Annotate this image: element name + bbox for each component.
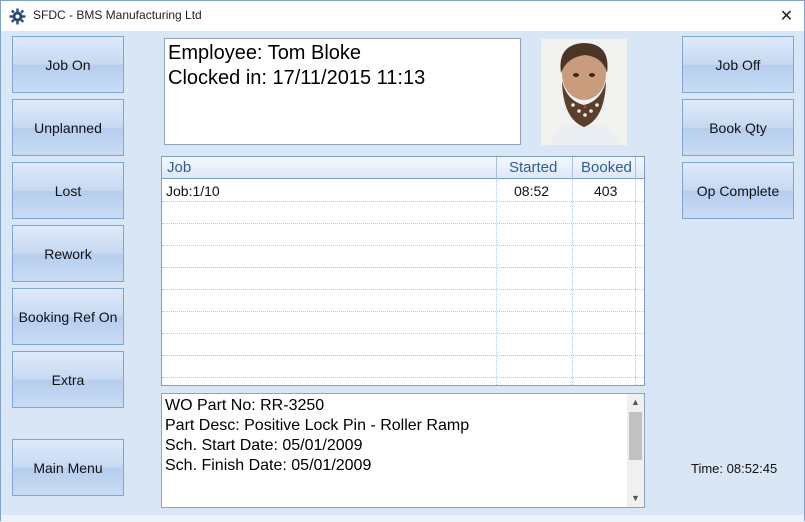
window-title: SFDC - BMS Manufacturing Ltd bbox=[33, 8, 202, 22]
employee-photo bbox=[541, 39, 627, 145]
employee-name: Employee: Tom Bloke bbox=[168, 42, 362, 64]
jobs-table-header: Job Started Booked bbox=[162, 157, 644, 179]
scheduled-start-date: Sch. Start Date: 05/01/2009 bbox=[165, 437, 363, 454]
column-header-job[interactable]: Job bbox=[167, 157, 191, 179]
job-on-button[interactable]: Job On bbox=[12, 36, 124, 93]
extra-button[interactable]: Extra bbox=[12, 351, 124, 408]
title-bar: SFDC - BMS Manufacturing Ltd ✕ bbox=[1, 1, 804, 31]
job-off-button[interactable]: Job Off bbox=[682, 36, 794, 93]
column-header-started[interactable]: Started bbox=[509, 157, 557, 179]
employee-info-panel: Employee: Tom Bloke Clocked in: 17/11/20… bbox=[164, 38, 521, 145]
booked-cell: 403 bbox=[594, 183, 618, 199]
unplanned-button[interactable]: Unplanned bbox=[12, 99, 124, 156]
close-icon: ✕ bbox=[779, 8, 794, 25]
column-header-booked[interactable]: Booked bbox=[581, 157, 632, 179]
column-divider bbox=[572, 157, 573, 179]
column-divider bbox=[635, 157, 636, 179]
booking-ref-on-button[interactable]: Booking Ref On bbox=[12, 288, 124, 345]
column-divider bbox=[635, 179, 636, 385]
gear-icon bbox=[9, 8, 26, 25]
wo-part-no: WO Part No: RR-3250 bbox=[165, 397, 325, 414]
column-divider bbox=[572, 179, 573, 385]
column-divider bbox=[496, 157, 497, 179]
jobs-table[interactable]: Job Started Booked Job:1/10 08:52 403 bbox=[161, 156, 645, 386]
scroll-up-icon[interactable]: ▲ bbox=[627, 394, 644, 411]
lost-button[interactable]: Lost bbox=[12, 162, 124, 219]
clocked-in-time: Clocked in: 17/11/2015 11:13 bbox=[168, 67, 426, 89]
scroll-down-icon[interactable]: ▼ bbox=[627, 490, 644, 507]
op-complete-button[interactable]: Op Complete bbox=[682, 162, 794, 219]
column-divider bbox=[496, 179, 497, 385]
app-window: SFDC - BMS Manufacturing Ltd ✕ Job On Un… bbox=[0, 0, 805, 522]
current-time: Time: 08:52:45 bbox=[691, 461, 778, 476]
employee-photo-graphic bbox=[541, 39, 627, 145]
job-cell: Job:1/10 bbox=[166, 183, 220, 199]
started-cell: 08:52 bbox=[514, 183, 550, 199]
scroll-thumb[interactable] bbox=[629, 412, 642, 460]
work-order-details[interactable]: WO Part No: RR-3250 Part Desc: Positive … bbox=[161, 393, 645, 508]
close-button[interactable]: ✕ bbox=[769, 1, 804, 31]
book-qty-button[interactable]: Book Qty bbox=[682, 99, 794, 156]
rework-button[interactable]: Rework bbox=[12, 225, 124, 282]
part-description: Part Desc: Positive Lock Pin - Roller Ra… bbox=[165, 417, 470, 434]
vertical-scrollbar[interactable]: ▲ ▼ bbox=[627, 394, 644, 507]
main-menu-button[interactable]: Main Menu bbox=[12, 439, 124, 496]
scheduled-finish-date: Sch. Finish Date: 05/01/2009 bbox=[165, 457, 372, 474]
